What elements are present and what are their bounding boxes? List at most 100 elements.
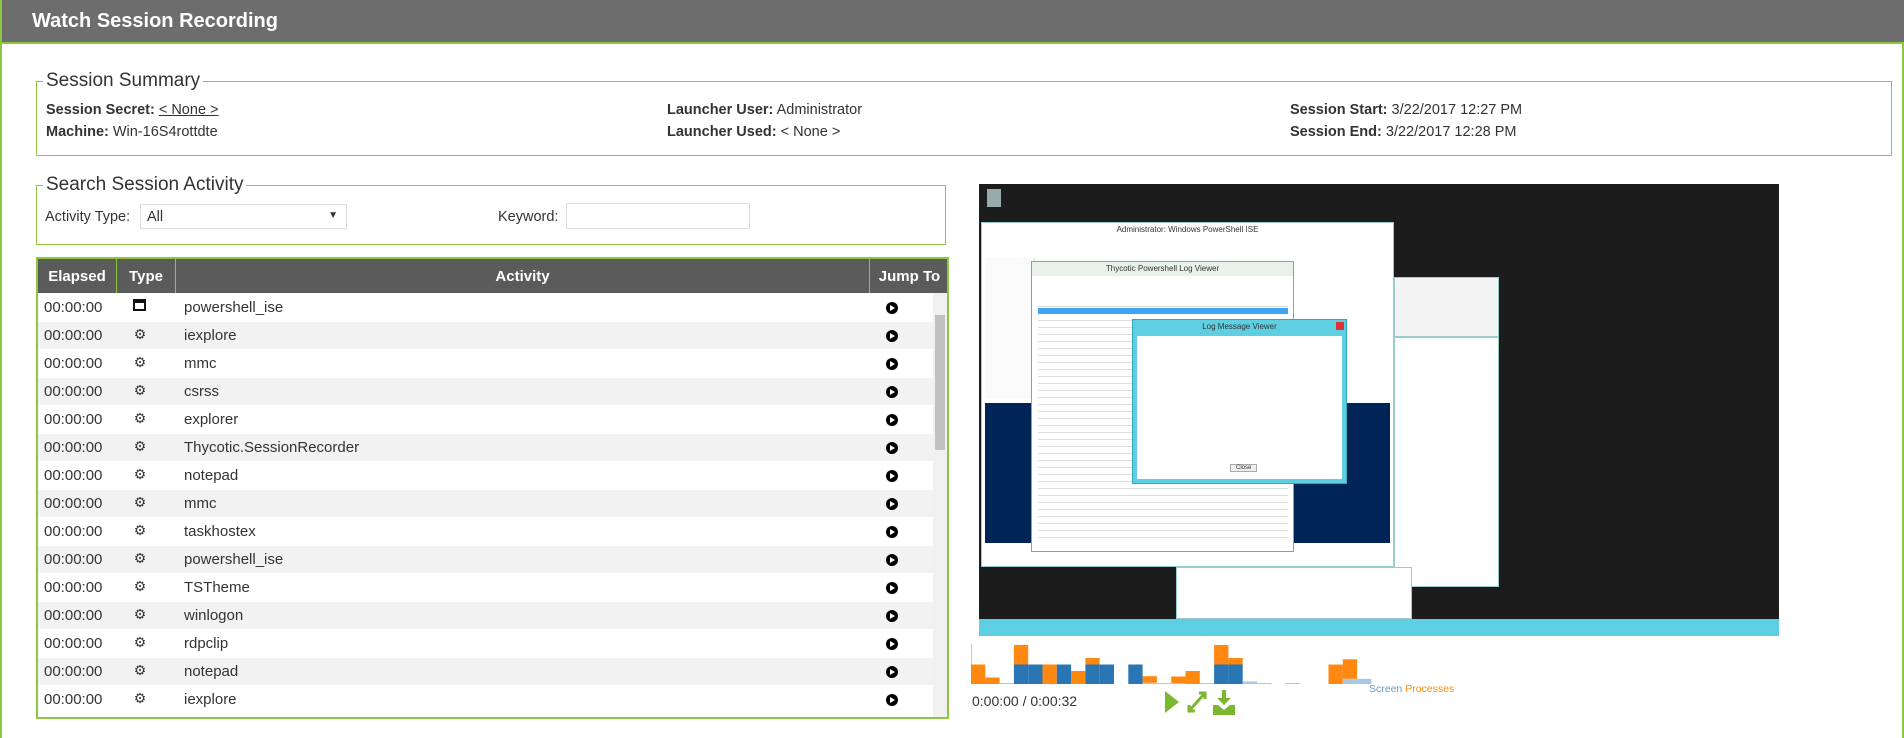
gear-icon: ⚙: [133, 326, 147, 342]
elapsed-cell: 00:00:00: [44, 579, 103, 596]
message-close-button: Close: [1230, 464, 1258, 472]
jump-to-button[interactable]: [886, 470, 898, 482]
activity-timeline[interactable]: [970, 640, 1391, 685]
screen-bar[interactable]: [1342, 678, 1358, 684]
screen-bar[interactable]: [1013, 664, 1029, 685]
download-icon[interactable]: [1212, 690, 1236, 716]
message-body: Close: [1137, 336, 1342, 479]
elapsed-cell: 00:00:00: [44, 607, 103, 624]
screen-bar[interactable]: [1199, 683, 1215, 684]
screen-bar[interactable]: [1285, 683, 1300, 684]
table-row[interactable]: 00:00:00 ⚙ notepad: [38, 657, 933, 685]
machine-value: Win-16S4rottdte: [112, 124, 218, 140]
elapsed-cell: 00:00:00: [44, 635, 103, 652]
table-row[interactable]: 00:00:00 ⚙ taskhostex: [38, 517, 933, 545]
table-row[interactable]: 00:00:00 ⚙ notepad: [38, 461, 933, 489]
screen-bar[interactable]: [1099, 664, 1114, 685]
table-row[interactable]: 00:00:00 powershell_ise: [38, 293, 933, 321]
table-row[interactable]: 00:00:00 ⚙ rdpclip: [38, 629, 933, 657]
table-row[interactable]: 00:00:00 ⚙ iexplore: [38, 685, 933, 713]
processes-bar[interactable]: [1085, 658, 1100, 665]
table-row[interactable]: 00:00:00 ⚙ powershell_ise: [38, 545, 933, 573]
jump-to-button[interactable]: [886, 302, 898, 314]
activity-cell: powershell_ise: [184, 299, 284, 316]
gear-icon: ⚙: [133, 662, 147, 678]
screen-bar[interactable]: [1214, 664, 1229, 685]
column-activity[interactable]: Activity: [176, 259, 870, 293]
processes-bar[interactable]: [1228, 658, 1243, 665]
jump-to-button[interactable]: [886, 694, 898, 706]
gear-icon: ⚙: [133, 382, 147, 398]
screen-bar[interactable]: [1142, 682, 1157, 684]
screen-bar[interactable]: [999, 683, 1014, 684]
processes-bar[interactable]: [971, 664, 986, 685]
processes-bar[interactable]: [1013, 645, 1029, 665]
screen-bar[interactable]: [1028, 664, 1043, 685]
table-row[interactable]: 00:00:00 ⚙ mmc: [38, 349, 933, 377]
activity-cell: mmc: [184, 355, 217, 372]
processes-bar[interactable]: [985, 677, 1000, 685]
processes-bar[interactable]: [1142, 676, 1157, 683]
session-secret-link[interactable]: < None >: [159, 102, 219, 118]
jump-to-button[interactable]: [886, 414, 898, 426]
jump-to-button[interactable]: [886, 610, 898, 622]
jump-to-button[interactable]: [886, 582, 898, 594]
processes-bar[interactable]: [1185, 671, 1200, 684]
screen-bar[interactable]: [1242, 681, 1257, 684]
table-row[interactable]: 00:00:00 ⚙ csrss: [38, 377, 933, 405]
processes-bar[interactable]: [1071, 671, 1086, 684]
gear-icon: ⚙: [133, 438, 147, 454]
play-icon[interactable]: [1164, 690, 1180, 714]
legend-processes: Processes: [1405, 683, 1455, 695]
screen-bar[interactable]: [1056, 664, 1072, 685]
gear-icon: ⚙: [133, 606, 147, 622]
screen-bar[interactable]: [1128, 664, 1143, 685]
page-header: Watch Session Recording: [2, 0, 1904, 44]
activity-cell: csrss: [184, 383, 219, 400]
jump-to-button[interactable]: [886, 358, 898, 370]
table-row[interactable]: 00:00:00 ⚙ Thycotic.SessionRecorder: [38, 433, 933, 461]
screen-bar[interactable]: [1085, 664, 1100, 685]
processes-bar[interactable]: [1042, 664, 1057, 685]
screen-bar[interactable]: [1228, 664, 1243, 685]
keyword-input[interactable]: [566, 203, 750, 229]
processes-bar[interactable]: [1171, 676, 1186, 684]
session-start-value: 3/22/2017 12:27 PM: [1391, 102, 1523, 118]
session-start-label: Session Start:: [1290, 102, 1388, 118]
recording-frame[interactable]: Administrator: Windows PowerShell ISE Th…: [979, 184, 1779, 636]
jump-to-button[interactable]: [886, 330, 898, 342]
jump-to-button[interactable]: [886, 386, 898, 398]
message-viewer-title: Log Message Viewer: [1202, 322, 1277, 331]
table-row[interactable]: 00:00:00 ⚙ explorer: [38, 405, 933, 433]
table-row[interactable]: 00:00:00 ⚙ iexplore: [38, 321, 933, 349]
activity-cell: powershell_ise: [184, 551, 284, 568]
screen-bar[interactable]: [1156, 683, 1172, 684]
elapsed-cell: 00:00:00: [44, 439, 103, 456]
gear-icon: ⚙: [133, 354, 147, 370]
jump-to-button[interactable]: [886, 638, 898, 650]
processes-bar[interactable]: [1214, 645, 1229, 665]
table-row[interactable]: 00:00:00 ⚙ winlogon: [38, 601, 933, 629]
screen-bar[interactable]: [1171, 683, 1186, 684]
jump-to-button[interactable]: [886, 526, 898, 538]
jump-to-button[interactable]: [886, 666, 898, 678]
screen-bar[interactable]: [1257, 683, 1272, 684]
session-summary: Session Summary: [36, 70, 1892, 156]
table-scrollbar[interactable]: [933, 293, 947, 717]
processes-bar[interactable]: [1342, 659, 1358, 679]
processes-bar[interactable]: [1328, 664, 1343, 685]
column-elapsed[interactable]: Elapsed: [38, 259, 117, 293]
scrollbar-thumb[interactable]: [935, 315, 945, 450]
activity-type-select[interactable]: All ▼: [140, 204, 347, 229]
jump-to-button[interactable]: [886, 498, 898, 510]
column-jump-to[interactable]: Jump To: [870, 259, 947, 293]
timeline-chart[interactable]: [970, 640, 1391, 685]
session-secret-label: Session Secret:: [46, 102, 155, 118]
elapsed-cell: 00:00:00: [44, 663, 103, 680]
table-row[interactable]: 00:00:00 ⚙ TSTheme: [38, 573, 933, 601]
column-type[interactable]: Type: [117, 259, 176, 293]
jump-to-button[interactable]: [886, 442, 898, 454]
jump-to-button[interactable]: [886, 554, 898, 566]
table-row[interactable]: 00:00:00 ⚙ mmc: [38, 489, 933, 517]
fullscreen-icon[interactable]: [1186, 690, 1208, 714]
